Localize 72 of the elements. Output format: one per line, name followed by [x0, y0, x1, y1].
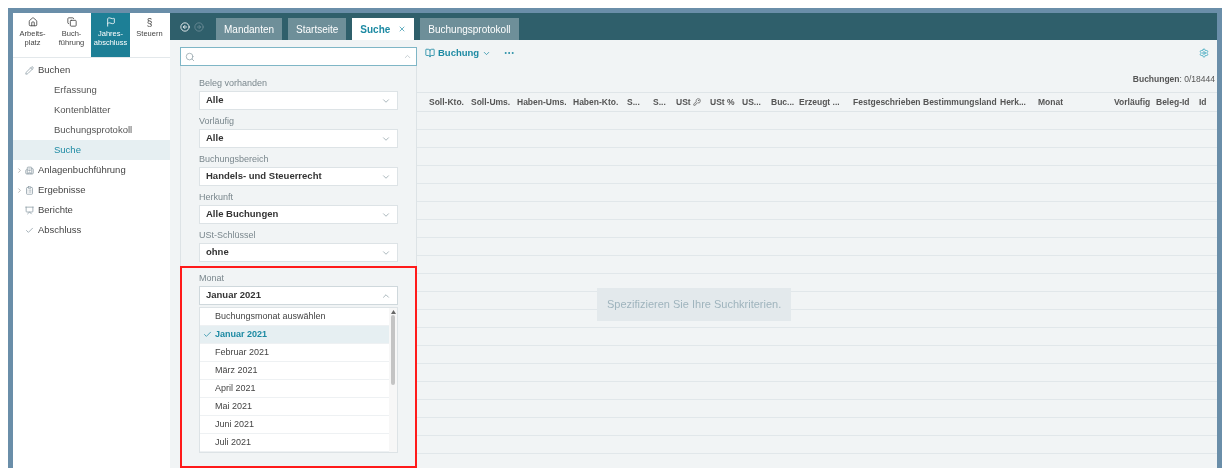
section-sign-icon: § [146, 17, 153, 29]
record-count: Buchungen: 0/18444 [1132, 72, 1215, 86]
sidebar-item[interactable]: Kontenblätter [13, 100, 170, 120]
column-header[interactable]: Buc... [771, 95, 799, 109]
tab[interactable]: Suche [352, 18, 415, 40]
column-header[interactable]: USt [676, 95, 710, 109]
sidebar-item[interactable]: Berichte [13, 200, 170, 220]
dropdown-option[interactable]: Februar 2021 [200, 344, 389, 362]
sidebar-item[interactable]: Anlagenbuchführung [13, 160, 170, 180]
column-header[interactable]: Bestimmungsland [923, 95, 1000, 109]
column-header[interactable]: Vorläufig [1114, 95, 1156, 109]
field-label: Buchungsbereich [199, 152, 270, 166]
select-field[interactable]: Handels- und Steuerrecht [199, 167, 398, 186]
presentation-icon [25, 205, 34, 215]
check-icon [203, 330, 212, 339]
check-icon [25, 225, 34, 235]
select-field[interactable]: Alle [199, 91, 398, 110]
dropdown-option[interactable]: April 2021 [200, 380, 389, 398]
column-header[interactable]: Festgeschrieben [853, 95, 923, 109]
column-header[interactable]: Monat [1038, 95, 1114, 109]
field-label: Monat [199, 271, 225, 285]
column-header[interactable]: US... [742, 95, 771, 109]
column-header[interactable]: Beleg-Id [1156, 95, 1199, 109]
column-header[interactable]: S... [627, 95, 653, 109]
back-icon[interactable] [180, 21, 190, 32]
settings-icon[interactable] [1199, 48, 1209, 58]
scroll-up-arrow-icon[interactable] [390, 310, 396, 314]
dropdown-option[interactable]: März 2021 [200, 362, 389, 380]
close-icon[interactable] [398, 25, 407, 33]
expand-caret-icon[interactable] [15, 166, 23, 174]
home-icon [27, 17, 38, 27]
dropdown-option[interactable]: Mai 2021 [200, 398, 389, 416]
caret-icon [403, 52, 412, 61]
column-header[interactable]: Soll-Ums. [471, 95, 517, 109]
select-field[interactable]: Alle [199, 129, 398, 148]
expand-caret-icon[interactable] [15, 186, 23, 194]
clipboard-icon [25, 185, 34, 195]
select-field[interactable]: ohne [199, 243, 398, 262]
sidebar-item[interactable]: Buchungsprotokoll [13, 120, 170, 140]
dropdown-option[interactable]: Januar 2021 [200, 326, 389, 344]
column-header[interactable]: Haben-Ums. [517, 95, 573, 109]
select-field[interactable]: Alle Buchungen [199, 205, 398, 224]
search-icon [185, 51, 195, 62]
key-icon [692, 98, 701, 106]
column-header[interactable]: Id [1199, 95, 1219, 109]
field-label: USt-Schlüssel [199, 228, 257, 242]
dropdown-option[interactable]: Juli 2021 [200, 434, 389, 452]
book-icon [425, 48, 435, 58]
scrollbar[interactable] [389, 308, 397, 452]
flag-icon [105, 17, 116, 27]
column-header[interactable]: USt % [710, 95, 742, 109]
field-label: Beleg vorhanden [199, 76, 269, 90]
column-header[interactable]: Soll-Kto. [429, 95, 471, 109]
field-label: Vorläufig [199, 114, 236, 128]
empty-state-message: Spezifizieren Sie Ihre Suchkriterien. [597, 288, 792, 321]
dropdown-option[interactable]: Juni 2021 [200, 416, 389, 434]
column-header[interactable]: Herk... [1000, 95, 1038, 109]
sidebar-item[interactable]: Abschluss [13, 220, 170, 240]
column-header[interactable]: Erzeugt ... [799, 95, 853, 109]
column-header[interactable]: Haben-Kto. [573, 95, 627, 109]
search-field[interactable] [180, 47, 417, 66]
field-label: Herkunft [199, 190, 234, 204]
column-header[interactable]: S... [653, 95, 676, 109]
sidebar-item[interactable]: Suche [13, 140, 170, 160]
booking-menu-button[interactable]: Buchung [425, 45, 492, 61]
sidebar-item[interactable]: Erfassung [13, 80, 170, 100]
building-icon [25, 165, 34, 175]
sidebar-item[interactable]: Buchen [13, 60, 170, 80]
copy-icon [66, 17, 77, 27]
select-field[interactable]: Januar 2021 [199, 286, 398, 305]
pencil-icon [25, 65, 34, 75]
sidebar-item[interactable]: Ergebnisse [13, 180, 170, 200]
